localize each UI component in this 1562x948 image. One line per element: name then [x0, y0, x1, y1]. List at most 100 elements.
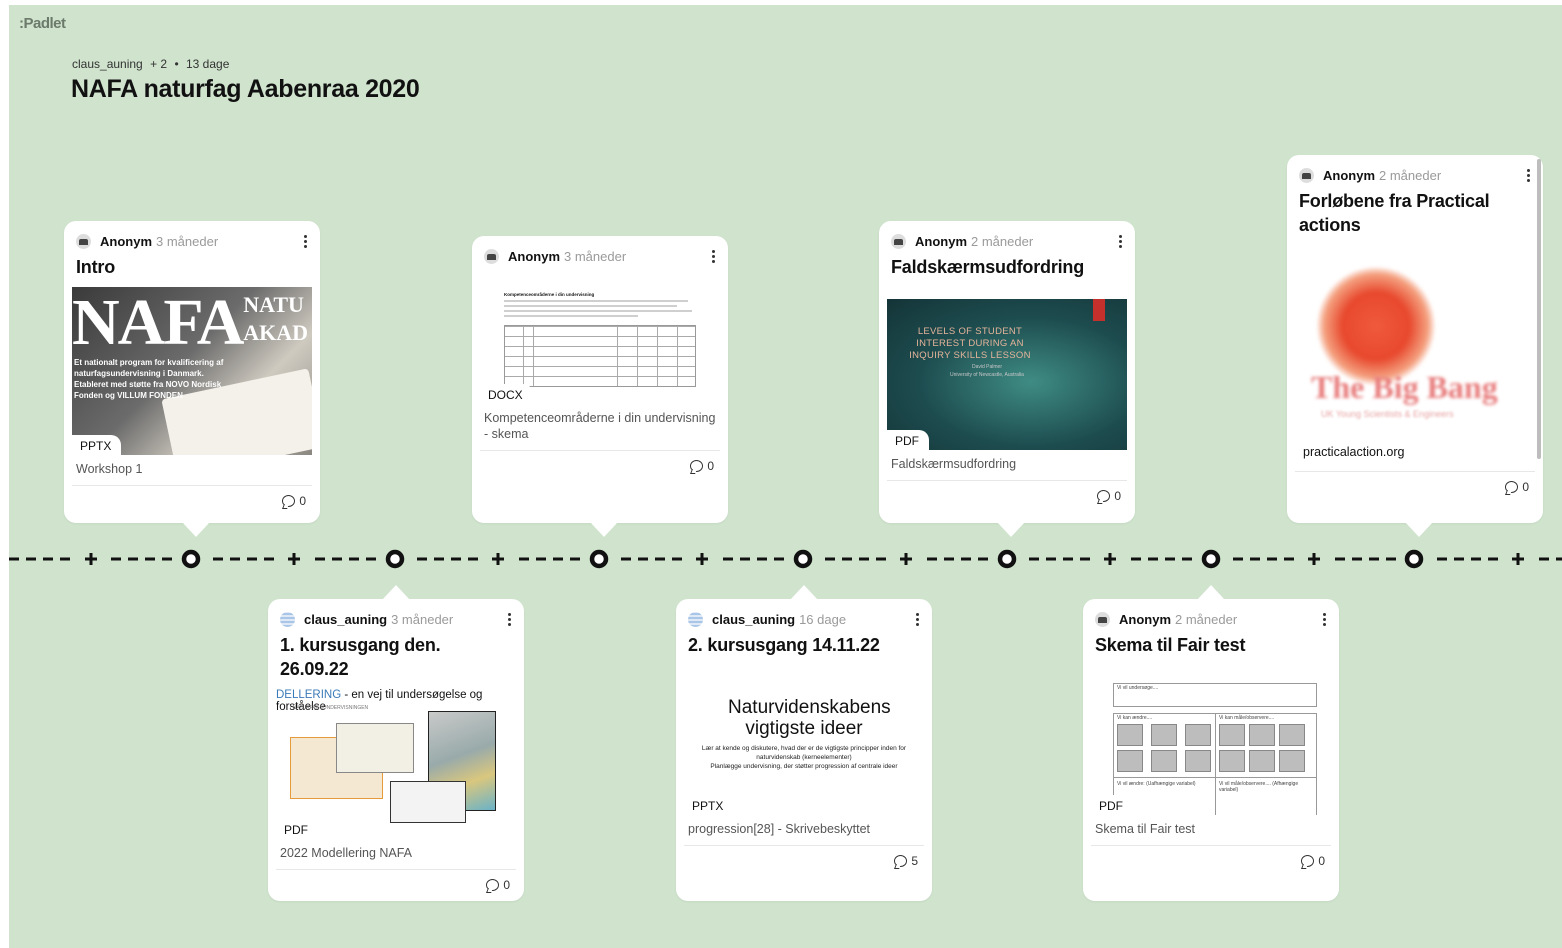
form-label: Vi kan måle/observere....: [1219, 715, 1275, 721]
post-card-kursusgang-1[interactable]: claus_auning 3 måneder 1. kursusgang den…: [268, 585, 524, 902]
post-card-faldskaerm[interactable]: Anonym 2 måneder Faldskærmsudfordring LE…: [879, 221, 1135, 537]
slide-text: Lær at kende og diskutere, hvad der er d…: [701, 745, 907, 770]
attachment-caption[interactable]: Skema til Fair test: [1083, 815, 1339, 837]
padlet-logo[interactable]: :Padlet: [19, 15, 66, 32]
attachment-type-badge: PDF: [887, 430, 929, 450]
sketch-image: [390, 781, 466, 823]
plus-icon[interactable]: [492, 553, 504, 565]
post-menu-icon[interactable]: [1527, 168, 1531, 182]
plus-icon[interactable]: [1104, 553, 1116, 565]
attachment-caption[interactable]: Workshop 1: [64, 455, 320, 477]
post-title: Faldskærmsudfordring: [891, 257, 1085, 277]
attachment-preview[interactable]: Kompetenceområderne i din undervisning D…: [480, 274, 720, 404]
slide-accent: [1093, 299, 1105, 321]
board-age: 13 dage: [185, 57, 230, 71]
anonymous-avatar-icon: [76, 233, 91, 249]
post-author: claus_auning: [712, 611, 796, 627]
timeline-node-icon[interactable]: [1201, 549, 1221, 569]
post-card-intro[interactable]: Anonym 3 måneder Intro NAFA NATU AKAD Et …: [64, 221, 320, 537]
comment-count: 0: [707, 459, 714, 473]
form-label: Vi vil undersøge....: [1117, 685, 1159, 691]
comment-count: 0: [1318, 854, 1325, 868]
post-author: Anonym: [1119, 611, 1171, 627]
anonymous-avatar-icon: [1299, 167, 1314, 183]
comments-button[interactable]: 0: [64, 486, 320, 518]
plus-icon[interactable]: [1308, 553, 1320, 565]
attachment-preview[interactable]: NAFA NATU AKAD Et nationalt program for k…: [72, 287, 312, 455]
post-title: Forløbene fra Practical actions: [1299, 191, 1490, 235]
preview-logo-text: NAFA: [72, 287, 244, 359]
comment-icon: [1301, 855, 1315, 867]
plus-icon[interactable]: [696, 553, 708, 565]
collaborators-count[interactable]: + 2: [150, 57, 167, 71]
comments-button[interactable]: 0: [1287, 472, 1543, 504]
comments-button[interactable]: 5: [676, 846, 932, 878]
virus-image: [1317, 267, 1435, 385]
slide-title: LEVELS OF STUDENT INTEREST DURING AN INQ…: [909, 326, 1031, 361]
comments-button[interactable]: 0: [1083, 846, 1339, 878]
comment-icon: [486, 879, 500, 891]
timeline-node-icon[interactable]: [181, 549, 201, 569]
attachment-type-badge: PDF: [276, 819, 318, 839]
plus-icon[interactable]: [85, 553, 97, 565]
big-bang-logo: The Big Bang: [1311, 369, 1498, 405]
post-age: 2 måneder: [1175, 611, 1238, 627]
post-author: Anonym: [915, 233, 967, 249]
post-menu-icon[interactable]: [1119, 234, 1123, 248]
post-menu-icon[interactable]: [1323, 612, 1327, 626]
attachment-type-badge: PDF: [1091, 795, 1133, 815]
post-age: 3 måneder: [391, 611, 454, 627]
owner-name[interactable]: claus_auning: [72, 57, 143, 71]
padlet-canvas: :Padlet claus_auning + 2 • 13 dage NAFA …: [9, 5, 1562, 948]
post-card-practical-actions[interactable]: Anonym 2 måneder Forløbene fra Practical…: [1287, 155, 1543, 537]
timeline-node-icon[interactable]: [1404, 549, 1424, 569]
anonymous-avatar-icon: [891, 233, 906, 249]
post-card-docx[interactable]: Anonym 3 måneder Kompetenceområderne i d…: [472, 236, 728, 537]
post-card-fair-test[interactable]: Anonym 2 måneder Skema til Fair test Vi …: [1083, 585, 1339, 901]
link-domain[interactable]: practicalaction.org: [1295, 439, 1419, 463]
plus-icon[interactable]: [288, 553, 300, 565]
attachment-preview[interactable]: Vi vil undersøge.... Vi kan ændre.... Vi…: [1091, 665, 1331, 815]
timeline-node-icon[interactable]: [997, 549, 1017, 569]
link-preview[interactable]: The Big Bang UK Young Scientists & Engin…: [1295, 249, 1535, 463]
plus-icon[interactable]: [1512, 553, 1524, 565]
comments-button[interactable]: 0: [268, 870, 524, 902]
comment-icon: [282, 495, 296, 507]
attachment-caption[interactable]: Kompetenceområderne i din undervisning -…: [472, 404, 728, 442]
post-author: claus_auning: [304, 611, 388, 627]
card-scrollbar[interactable]: [1537, 159, 1541, 459]
comment-count: 0: [1114, 489, 1121, 503]
timeline-node-icon[interactable]: [589, 549, 609, 569]
attachment-preview[interactable]: DELLERING - en vej til undersøgelse og f…: [276, 689, 516, 839]
comment-icon: [1505, 481, 1519, 493]
attachment-preview[interactable]: LEVELS OF STUDENT INTEREST DURING AN INQ…: [887, 299, 1127, 450]
timeline-node-icon[interactable]: [793, 549, 813, 569]
form-divider: [1215, 713, 1216, 815]
attachment-caption[interactable]: 2022 Modellering NAFA: [268, 839, 524, 861]
big-bang-logo-sub: UK Young Scientists & Engineers: [1321, 409, 1454, 419]
comments-button[interactable]: 0: [879, 481, 1135, 513]
plus-icon[interactable]: [900, 553, 912, 565]
post-author: Anonym: [1323, 167, 1375, 183]
docx-heading: Kompetenceområderne i din undervisning: [504, 292, 595, 297]
attachment-caption[interactable]: Faldskærmsudfordring: [879, 450, 1135, 472]
comments-button[interactable]: 0: [472, 451, 728, 483]
form-label: Vi vil ændre: (Uafhængige variabel): [1117, 781, 1196, 787]
post-card-kursusgang-2[interactable]: claus_auning 16 dage 2. kursusgang 14.11…: [676, 585, 932, 901]
timeline-node-icon[interactable]: [385, 549, 405, 569]
card-pointer: [590, 522, 618, 537]
attachment-type-badge: PPTX: [684, 795, 734, 815]
comment-icon: [1097, 490, 1111, 502]
anonymous-avatar-icon: [484, 248, 499, 264]
post-age: 3 måneder: [156, 233, 219, 249]
preview-side-text: NATU AKAD: [243, 292, 308, 345]
post-menu-icon[interactable]: [712, 249, 716, 263]
post-menu-icon[interactable]: [916, 612, 920, 626]
attachment-caption[interactable]: progression[28] - Skrivebeskyttet: [676, 815, 932, 837]
attachment-type-badge: PPTX: [72, 435, 122, 455]
card-pointer: [182, 522, 210, 537]
attachment-preview[interactable]: Naturvidenskabens vigtigste ideer Lær at…: [684, 665, 924, 815]
post-menu-icon[interactable]: [304, 234, 308, 248]
meta-separator: •: [174, 57, 179, 71]
post-menu-icon[interactable]: [508, 612, 512, 626]
